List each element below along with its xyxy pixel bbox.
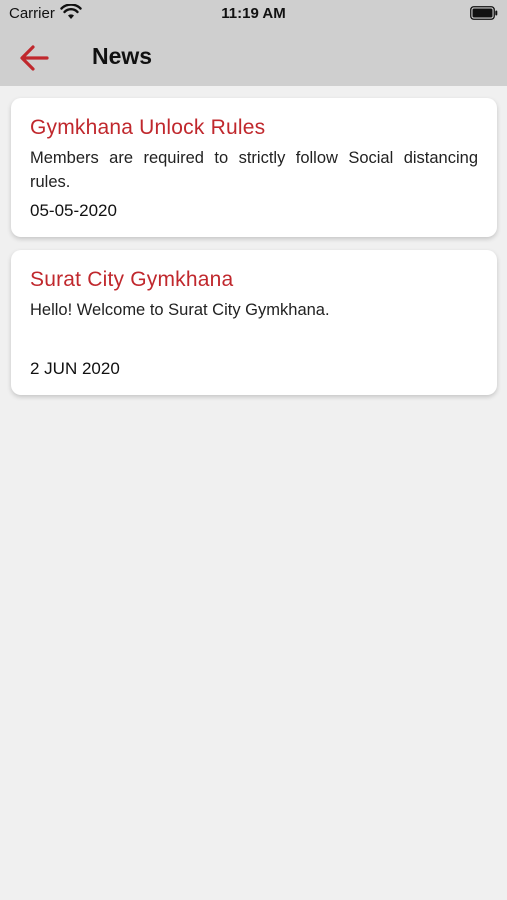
news-title: Surat City Gymkhana: [30, 268, 234, 291]
page-title: News: [92, 43, 153, 69]
navigation-bar: News: [0, 28, 507, 86]
back-button[interactable]: [14, 42, 54, 74]
top-bar: Carrier 11:19 AM News: [0, 0, 507, 86]
status-bar: Carrier 11:19 AM: [0, 0, 507, 28]
news-card[interactable]: Surat City Gymkhana Hello! Welcome to Su…: [11, 250, 497, 395]
news-date: 05-05-2020: [30, 201, 117, 220]
arrow-left-icon: [20, 45, 49, 71]
news-title: Gymkhana Unlock Rules: [30, 116, 266, 139]
news-body: Members are required to strictly follow …: [30, 149, 478, 191]
news-list: Gymkhana Unlock Rules Members are requir…: [11, 98, 497, 408]
news-date: 2 JUN 2020: [30, 359, 120, 378]
news-card[interactable]: Gymkhana Unlock Rules Members are requir…: [11, 98, 497, 237]
battery-icon: [470, 6, 498, 20]
news-body: Hello! Welcome to Surat City Gymkhana.: [30, 301, 330, 319]
clock: 11:19 AM: [221, 5, 286, 22]
